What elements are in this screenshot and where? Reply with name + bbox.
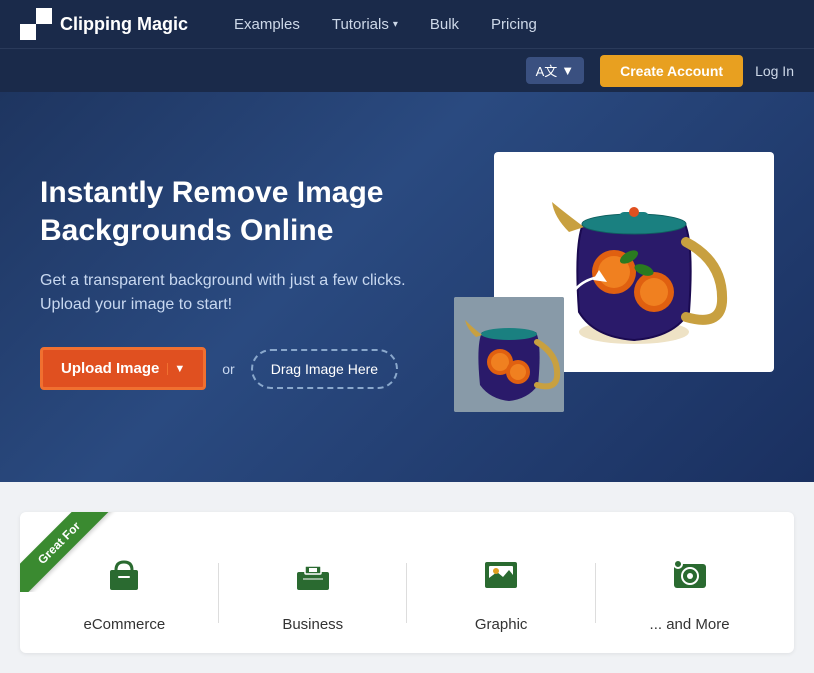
demo-container xyxy=(454,152,774,412)
login-link[interactable]: Log In xyxy=(755,63,794,79)
upload-image-button[interactable]: Upload Image ▼ xyxy=(40,347,206,390)
nav-tutorials[interactable]: Tutorials ▾ xyxy=(316,0,414,48)
features-card: Great For eCommerce xyxy=(20,512,794,653)
hero-section: Instantly Remove Image Backgrounds Onlin… xyxy=(0,92,814,482)
lang-dropdown-icon: ▼ xyxy=(561,63,574,78)
create-account-button[interactable]: Create Account xyxy=(600,55,743,87)
hero-left: Instantly Remove Image Backgrounds Onlin… xyxy=(40,174,407,390)
business-icon xyxy=(291,552,335,606)
brand-logo[interactable]: Clipping Magic xyxy=(20,8,188,40)
feature-more: ... and More xyxy=(615,552,765,633)
business-label: Business xyxy=(282,616,343,633)
hero-actions: Upload Image ▼ or Drag Image Here xyxy=(40,347,407,390)
nav-pricing[interactable]: Pricing xyxy=(475,0,553,48)
logo-icon xyxy=(20,8,52,40)
upload-dropdown-icon: ▼ xyxy=(167,363,185,375)
drag-image-button[interactable]: Drag Image Here xyxy=(251,349,398,389)
more-label: ... and More xyxy=(650,616,730,633)
hero-title: Instantly Remove Image Backgrounds Onlin… xyxy=(40,174,407,249)
hero-subtitle: Get a transparent background with just a… xyxy=(40,269,407,317)
nav-examples[interactable]: Examples xyxy=(218,0,316,48)
nav-bulk[interactable]: Bulk xyxy=(414,0,475,48)
more-icon xyxy=(668,552,712,606)
graphic-label: Graphic xyxy=(475,616,528,633)
pitcher-thumb-svg xyxy=(454,297,564,412)
divider-3 xyxy=(595,563,596,623)
divider-1 xyxy=(218,563,219,623)
lang-label: A文 xyxy=(536,61,558,80)
features-section: Great For eCommerce xyxy=(0,482,814,673)
navbar: Clipping Magic Examples Tutorials ▾ Bulk… xyxy=(0,0,814,48)
hero-right xyxy=(407,152,774,412)
ecommerce-label: eCommerce xyxy=(84,616,166,633)
great-for-badge-wrap: Great For xyxy=(20,512,140,592)
great-for-badge: Great For xyxy=(20,512,116,592)
feature-graphic: Graphic xyxy=(426,552,576,633)
brand-name: Clipping Magic xyxy=(60,14,188,35)
demo-original-image xyxy=(454,297,564,412)
navbar-row2: A文 ▼ Create Account Log In xyxy=(0,48,814,92)
nav-links: Examples Tutorials ▾ Bulk Pricing xyxy=(218,0,794,48)
tutorials-dropdown-icon: ▾ xyxy=(393,19,398,30)
feature-business: Business xyxy=(238,552,388,633)
upload-label: Upload Image xyxy=(61,360,159,377)
language-button[interactable]: A文 ▼ xyxy=(526,57,585,84)
graphic-icon xyxy=(479,552,523,606)
features-grid: eCommerce Business xyxy=(40,542,774,633)
divider-2 xyxy=(406,563,407,623)
or-text: or xyxy=(222,361,234,377)
